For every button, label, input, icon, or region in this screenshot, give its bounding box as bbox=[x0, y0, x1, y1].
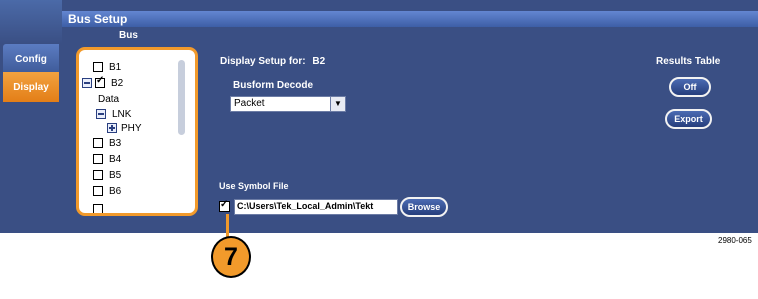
bus-item-b1[interactable]: B1 bbox=[93, 60, 121, 74]
tab-strip: Config Display bbox=[0, 0, 62, 233]
bus-item-b2[interactable]: B2 bbox=[82, 75, 124, 90]
checkbox-b3[interactable] bbox=[93, 138, 103, 148]
tab-display[interactable]: Display bbox=[3, 72, 59, 102]
checkbox-b6[interactable] bbox=[93, 186, 103, 196]
bus-item-b3[interactable]: B3 bbox=[93, 136, 121, 150]
bus-item-phy[interactable]: PHY bbox=[107, 121, 142, 135]
bus-item-label: B6 bbox=[109, 185, 122, 197]
bus-item-data[interactable]: Data bbox=[98, 92, 119, 106]
bus-item-label: B4 bbox=[109, 153, 122, 165]
callout-leader-line bbox=[226, 214, 229, 238]
callout-badge: 7 bbox=[211, 236, 251, 278]
bus-list-scrollbar[interactable] bbox=[178, 60, 185, 135]
bus-item-label: Data bbox=[98, 93, 120, 105]
display-setup-bus: B2 bbox=[312, 56, 326, 67]
expand-icon[interactable] bbox=[107, 123, 117, 133]
bus-item-partial bbox=[93, 202, 109, 213]
checkbox-b5[interactable] bbox=[93, 170, 103, 180]
bus-item-label: B5 bbox=[109, 169, 122, 181]
symbol-file-path: C:\Users\Tek_Local_Admin\Tekt bbox=[237, 201, 374, 211]
bus-item-label: B1 bbox=[109, 61, 122, 73]
bus-item-lnk[interactable]: LNK bbox=[96, 107, 131, 121]
bus-item-b5[interactable]: B5 bbox=[93, 168, 121, 182]
busform-decode-label: Busform Decode bbox=[233, 80, 314, 91]
bus-list-header: Bus bbox=[119, 30, 138, 41]
busform-decode-value: Packet bbox=[234, 98, 265, 109]
checkbox-b1[interactable] bbox=[93, 62, 103, 72]
results-table-label: Results Table bbox=[656, 56, 721, 67]
tab-config[interactable]: Config bbox=[3, 44, 59, 74]
browse-button[interactable]: Browse bbox=[400, 197, 448, 217]
symbol-file-path-field[interactable]: C:\Users\Tek_Local_Admin\Tekt bbox=[234, 199, 398, 215]
dropdown-arrow-icon[interactable]: ▼ bbox=[330, 97, 345, 111]
display-setup-heading: Display Setup for: B2 bbox=[220, 56, 325, 67]
display-setup-prefix: Display Setup for: bbox=[220, 56, 306, 67]
checkbox-partial bbox=[93, 204, 103, 213]
use-symbol-file-checkbox[interactable] bbox=[219, 199, 230, 212]
bus-item-b4[interactable]: B4 bbox=[93, 152, 121, 166]
figure-id-label: 2980-065 bbox=[718, 236, 752, 245]
bus-item-b6[interactable]: B6 bbox=[93, 184, 121, 198]
bus-item-label: B2 bbox=[111, 77, 124, 89]
results-table-toggle-button[interactable]: Off bbox=[669, 77, 711, 97]
export-button[interactable]: Export bbox=[665, 109, 712, 129]
window-title: Bus Setup bbox=[68, 12, 128, 26]
use-symbol-file-label: Use Symbol File bbox=[219, 181, 289, 191]
collapse-icon[interactable] bbox=[96, 109, 106, 119]
bus-item-label: LNK bbox=[112, 108, 132, 120]
collapse-icon[interactable] bbox=[82, 78, 92, 88]
bus-item-label: B3 bbox=[109, 137, 122, 149]
window-title-bar: Bus Setup bbox=[62, 11, 758, 27]
busform-decode-select[interactable]: Packet ▼ bbox=[230, 96, 346, 112]
bus-item-label: PHY bbox=[121, 122, 142, 134]
checkbox-b2[interactable] bbox=[95, 75, 105, 88]
checkbox-b4[interactable] bbox=[93, 154, 103, 164]
